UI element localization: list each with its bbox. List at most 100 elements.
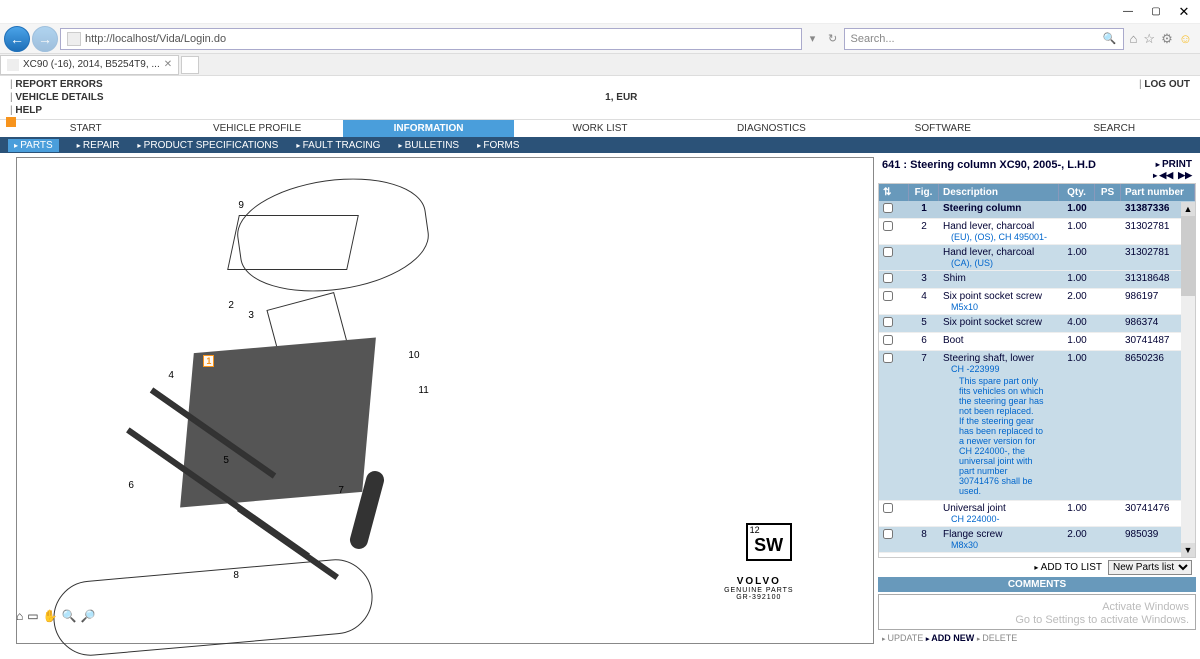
new-tab-button[interactable] bbox=[181, 56, 199, 74]
table-row[interactable]: Hand lever, charcoal(CA), (US)1.00313027… bbox=[879, 245, 1195, 271]
menu-software[interactable]: SOFTWARE bbox=[857, 120, 1028, 137]
row-checkbox[interactable] bbox=[883, 221, 893, 231]
table-row[interactable]: Universal jointCH 224000-1.0030741476 bbox=[879, 501, 1195, 527]
col-select[interactable]: ⇅ bbox=[879, 184, 909, 201]
menu-start[interactable]: START bbox=[0, 120, 171, 137]
sw-number: 12 bbox=[748, 525, 790, 535]
row-ps bbox=[1095, 201, 1121, 218]
window-maximize[interactable]: ▢ bbox=[1142, 2, 1170, 22]
address-bar[interactable]: http://localhost/Vida/Login.do bbox=[60, 28, 802, 50]
link-vehicle-details[interactable]: VEHICLE DETAILS bbox=[10, 91, 104, 104]
row-sub: (EU), (OS), CH 495001- bbox=[943, 232, 1055, 242]
diagram-viewport[interactable]: 9 2 3 10 11 4 5 6 7 8 1 12 SW VOLVO GENU… bbox=[16, 157, 874, 644]
row-sub: (CA), (US) bbox=[943, 258, 1055, 268]
sw-legend-box: 12 SW bbox=[746, 523, 792, 561]
row-checkbox[interactable] bbox=[883, 317, 893, 327]
menu-information[interactable]: INFORMATION bbox=[343, 120, 514, 137]
row-sub: CH 224000- bbox=[943, 514, 1055, 524]
home-icon[interactable]: ⌂ bbox=[1130, 31, 1138, 46]
row-desc: Hand lever, charcoal(CA), (US) bbox=[939, 245, 1059, 270]
col-pn[interactable]: Part number bbox=[1121, 184, 1195, 201]
page-icon bbox=[67, 32, 81, 46]
refresh-icon[interactable]: ↻ bbox=[824, 30, 842, 48]
row-desc: Cover, oak/oak, upperCH -327999, Interio… bbox=[939, 553, 1059, 555]
menu-work-list[interactable]: WORK LIST bbox=[514, 120, 685, 137]
comments-update[interactable]: UPDATE bbox=[882, 633, 923, 643]
search-placeholder: Search... bbox=[851, 33, 895, 45]
diagram-brand: VOLVO GENUINE PARTS GR-392100 bbox=[724, 576, 794, 601]
row-qty: 1.00 bbox=[1059, 553, 1095, 555]
row-fig: 8 bbox=[909, 527, 939, 552]
scroll-up-icon[interactable]: ▲ bbox=[1181, 202, 1195, 216]
row-ps bbox=[1095, 315, 1121, 332]
menu-diagnostics[interactable]: DIAGNOSTICS bbox=[686, 120, 857, 137]
settings-gear-icon[interactable]: ⚙ bbox=[1161, 31, 1173, 47]
dropdown-icon[interactable]: ▾ bbox=[804, 30, 822, 48]
comments-add-new[interactable]: ADD NEW bbox=[926, 633, 974, 643]
os-watermark: Activate Windows Go to Settings to activ… bbox=[1015, 601, 1189, 627]
table-row[interactable]: 5Six point socket screw4.00986374 bbox=[879, 315, 1195, 333]
feedback-icon[interactable]: ☺ bbox=[1179, 31, 1192, 46]
col-fig[interactable]: Fig. bbox=[909, 184, 939, 201]
search-icon[interactable]: 🔍 bbox=[1103, 32, 1117, 45]
link-logout[interactable]: LOG OUT bbox=[1139, 78, 1190, 91]
link-help[interactable]: HELP bbox=[10, 104, 104, 117]
browser-search[interactable]: Search... 🔍 bbox=[844, 28, 1124, 50]
table-row[interactable]: 3Shim1.0031318648 bbox=[879, 271, 1195, 289]
favorites-icon[interactable]: ☆ bbox=[1143, 31, 1155, 47]
menu-search[interactable]: SEARCH bbox=[1029, 120, 1200, 137]
row-ps bbox=[1095, 501, 1121, 526]
window-close[interactable]: ✕ bbox=[1170, 2, 1198, 22]
table-row[interactable]: 4Six point socket screwM5x102.00986197 bbox=[879, 289, 1195, 315]
row-desc: Flange screwM8x30 bbox=[939, 527, 1059, 552]
tool-zoom-out-icon[interactable]: 🔎 bbox=[81, 609, 96, 623]
header-center-text: 1, EUR bbox=[605, 92, 637, 103]
col-ps[interactable]: PS bbox=[1095, 184, 1121, 201]
row-checkbox[interactable] bbox=[883, 503, 893, 513]
link-report-errors[interactable]: REPORT ERRORS bbox=[10, 78, 104, 91]
row-checkbox[interactable] bbox=[883, 273, 893, 283]
comments-delete[interactable]: DELETE bbox=[977, 633, 1017, 643]
col-desc[interactable]: Description bbox=[939, 184, 1059, 201]
submenu-repair[interactable]: REPAIR bbox=[77, 140, 120, 151]
nav-forward-button[interactable]: → bbox=[32, 26, 58, 52]
row-checkbox[interactable] bbox=[883, 203, 893, 213]
add-to-list-link[interactable]: ADD TO LIST bbox=[1034, 562, 1102, 573]
row-checkbox[interactable] bbox=[883, 247, 893, 257]
parts-list-select[interactable]: New Parts list bbox=[1108, 560, 1192, 575]
window-minimize[interactable]: — bbox=[1114, 2, 1142, 22]
table-row[interactable]: 9Cover, oak/oak, upperCH -327999, Interi… bbox=[879, 553, 1195, 555]
table-row[interactable]: 2Hand lever, charcoal(EU), (OS), CH 4950… bbox=[879, 219, 1195, 245]
tab-close-icon[interactable]: ✕ bbox=[164, 59, 172, 70]
tool-window-icon[interactable]: ▭ bbox=[27, 609, 38, 623]
side-expand-tab[interactable] bbox=[6, 117, 16, 127]
col-qty[interactable]: Qty. bbox=[1059, 184, 1095, 201]
nav-back-button[interactable]: ← bbox=[4, 26, 30, 52]
submenu-fault[interactable]: FAULT TRACING bbox=[296, 140, 380, 151]
row-checkbox[interactable] bbox=[883, 353, 893, 363]
browser-tab[interactable]: XC90 (-16), 2014, B5254T9, ... ✕ bbox=[0, 55, 179, 75]
table-row[interactable]: 7Steering shaft, lowerCH -223999This spa… bbox=[879, 351, 1195, 501]
tool-hand-icon[interactable]: ✋ bbox=[43, 609, 58, 623]
tool-zoom-in-icon[interactable]: 🔍 bbox=[62, 609, 77, 623]
row-checkbox[interactable] bbox=[883, 529, 893, 539]
submenu-bulletins[interactable]: BULLETINS bbox=[398, 140, 459, 151]
scrollbar-thumb[interactable] bbox=[1181, 216, 1195, 296]
print-link[interactable]: PRINT bbox=[1153, 159, 1192, 170]
submenu-prodspec[interactable]: PRODUCT SPECIFICATIONS bbox=[137, 140, 278, 151]
menu-vehicle-profile[interactable]: VEHICLE PROFILE bbox=[171, 120, 342, 137]
callout-selected[interactable]: 1 bbox=[203, 355, 214, 367]
table-row[interactable]: 6Boot1.0030741487 bbox=[879, 333, 1195, 351]
tool-home-icon[interactable]: ⌂ bbox=[16, 609, 23, 623]
comments-textarea[interactable]: Activate Windows Go to Settings to activ… bbox=[878, 594, 1196, 630]
scrollbar-track[interactable]: ▲ ▼ bbox=[1181, 202, 1195, 557]
table-row[interactable]: 8Flange screwM8x302.00985039 bbox=[879, 527, 1195, 553]
row-ps bbox=[1095, 527, 1121, 552]
row-checkbox[interactable] bbox=[883, 291, 893, 301]
scroll-down-icon[interactable]: ▼ bbox=[1181, 543, 1195, 557]
table-row[interactable]: 1Steering column1.0031387336 bbox=[879, 201, 1195, 219]
submenu-forms[interactable]: FORMS bbox=[477, 140, 519, 151]
submenu-parts[interactable]: PARTS bbox=[8, 139, 59, 152]
row-checkbox[interactable] bbox=[883, 335, 893, 345]
page-nav-arrows[interactable]: ◀◀ ▶▶ bbox=[1153, 170, 1192, 181]
